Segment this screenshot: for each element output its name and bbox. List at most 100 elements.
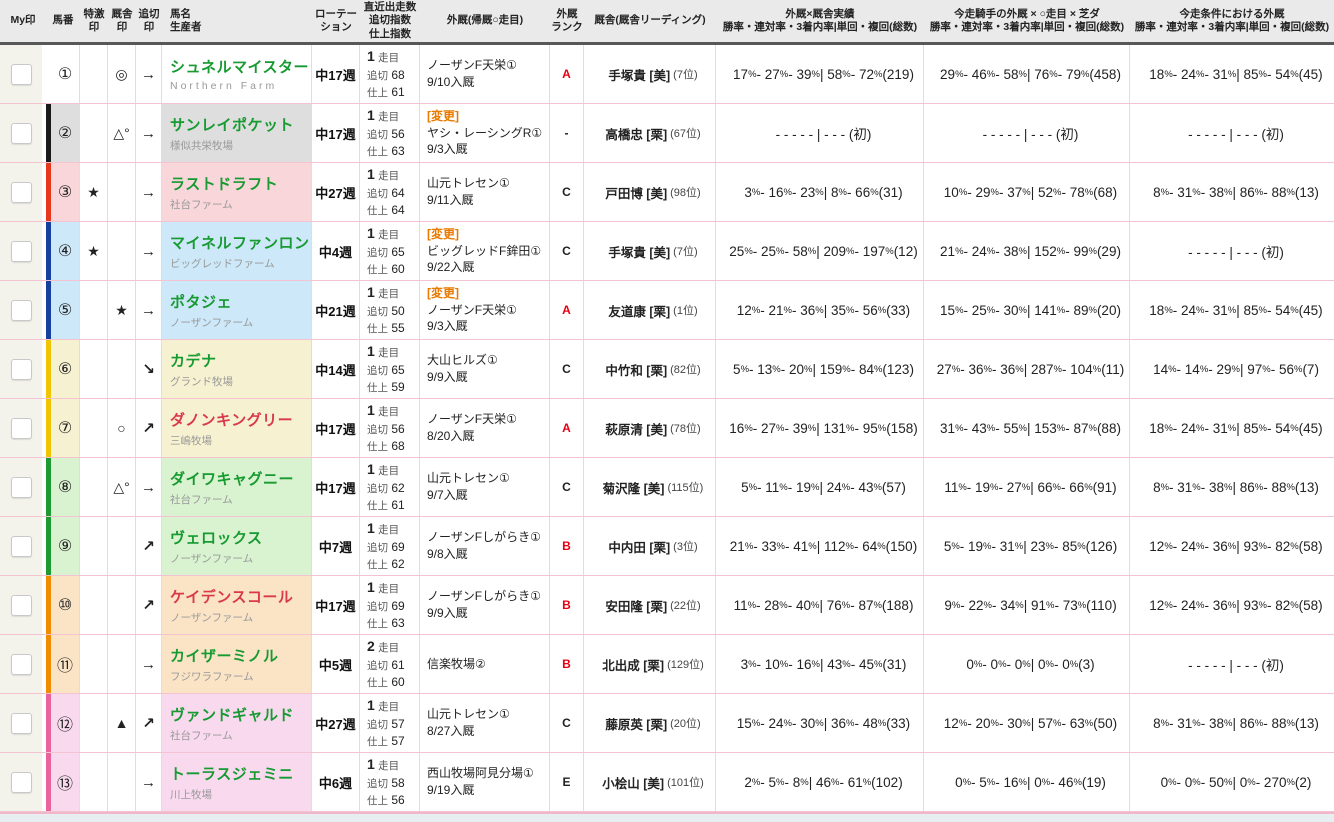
horse-name-link[interactable]: ラストドラフト — [170, 173, 311, 194]
stats-gaikyu-stable: 3% - 16% - 23% | 8% - 66% (31) — [716, 163, 924, 221]
stats-current-conditions: 18% - 24% - 31% | 85% - 54% (45) — [1130, 399, 1334, 457]
stats-gaikyu-stable: 16% - 27% - 39% | 131% - 95% (158) — [716, 399, 924, 457]
my-mark-checkbox[interactable] — [11, 654, 32, 675]
horse-name-link[interactable]: サンレイポケット — [170, 114, 311, 135]
stable-mark — [108, 517, 136, 575]
gaikyu-facility-name: ノーザンFしがらき① — [427, 588, 549, 605]
stable-entry-date: 9/10入厩 — [427, 74, 549, 91]
stable-entry-date: 9/11入厩 — [427, 192, 549, 209]
producer-name: 社台ファーム — [170, 728, 311, 743]
oikiri-arrow-icon: → — [136, 458, 162, 516]
stats-jockey-gaikyu: 10% - 29% - 37% | 52% - 78% (68) — [924, 163, 1130, 221]
horse-name-link[interactable]: ヴェロックス — [170, 527, 311, 548]
horse-number: ⑥ — [58, 359, 72, 379]
my-mark-checkbox[interactable] — [11, 595, 32, 616]
tokugeki-mark — [80, 753, 108, 811]
gaikyu-facility-name: 信楽牧場② — [427, 656, 549, 673]
oikiri-index-label: 追切 — [367, 660, 388, 672]
my-mark-checkbox[interactable] — [11, 182, 32, 203]
my-mark-checkbox[interactable] — [11, 418, 32, 439]
gaikyu-rank-value: C — [550, 222, 584, 280]
trainer-cell: 小桧山 [美] (101位) — [584, 753, 716, 811]
my-mark-cell — [0, 340, 42, 398]
shiage-index-value: 60 — [391, 262, 404, 276]
rotation-weeks: 中7週 — [312, 517, 360, 575]
trainer-leading-rank: (115位) — [667, 479, 703, 495]
stats-current-conditions: 12% - 24% - 36% | 93% - 82% (58) — [1130, 517, 1334, 575]
trainer-name: 小桧山 [美] — [602, 773, 664, 792]
run-suffix-label: 走目 — [378, 583, 399, 595]
oikiri-index-label: 追切 — [367, 247, 388, 259]
table-row: ② △° → サンレイポケット 様似共栄牧場 中17週 1 走目 追切 56 仕… — [0, 104, 1334, 163]
producer-name: 様似共栄牧場 — [170, 138, 311, 153]
table-row: ④ ★ → マイネルファンロン ビッグレッドファーム 中4週 1 走目 追切 6… — [0, 222, 1334, 281]
gaikyu-facility-name: ノーザンF天栄① — [427, 57, 549, 74]
horse-name-cell: ヴァンドギャルド 社台ファーム — [162, 694, 312, 752]
gaikyu-facility-name: 山元トレセン① — [427, 706, 549, 723]
oikiri-index-value: 65 — [391, 245, 404, 259]
recent-indexes-cell: 1 走目 追切 56 仕上 68 — [360, 399, 420, 457]
shiage-index-label: 仕上 — [367, 559, 388, 571]
trainer-cell: 手塚貴 [美] (7位) — [584, 45, 716, 103]
my-mark-checkbox[interactable] — [11, 64, 32, 85]
horse-name-link[interactable]: カイザーミノル — [170, 645, 311, 666]
oikiri-index-label: 追切 — [367, 719, 388, 731]
recent-indexes-cell: 1 走目 追切 68 仕上 61 — [360, 45, 420, 103]
gaikyu-cell: 山元トレセン① 9/11入厩 — [420, 163, 550, 221]
run-suffix-label: 走目 — [378, 229, 399, 241]
my-mark-cell — [0, 753, 42, 811]
producer-name: ビッグレッドファーム — [170, 256, 311, 271]
stats-current-conditions: - - - - - | - - - (初) — [1130, 104, 1334, 162]
shiage-index-label: 仕上 — [367, 146, 388, 158]
my-mark-checkbox[interactable] — [11, 359, 32, 380]
horse-name-link[interactable]: ダイワキャグニー — [170, 468, 311, 489]
trainer-leading-rank: (101位) — [667, 774, 704, 790]
gaikyu-rank-value: A — [550, 281, 584, 339]
oikiri-index-label: 追切 — [367, 188, 388, 200]
trainer-cell: 手塚貴 [美] (7位) — [584, 222, 716, 280]
run-suffix-label: 走目 — [378, 642, 399, 654]
horse-name-link[interactable]: ダノンキングリー — [170, 409, 311, 430]
oikiri-index-value: 50 — [391, 304, 404, 318]
my-mark-checkbox[interactable] — [11, 300, 32, 321]
tokugeki-mark: ★ — [80, 163, 108, 221]
shiage-index-label: 仕上 — [367, 87, 388, 99]
shiage-index-value: 57 — [391, 734, 404, 748]
horse-name-cell: ダノンキングリー 三嶋牧場 — [162, 399, 312, 457]
horse-name-link[interactable]: トーラスジェミニ — [170, 763, 311, 784]
run-number: 1 — [367, 756, 375, 772]
rotation-weeks: 中5週 — [312, 635, 360, 693]
horse-name-cell: ケイデンスコール ノーザンファーム — [162, 576, 312, 634]
horse-name-link[interactable]: シュネルマイスター — [170, 56, 311, 77]
shiage-index-value: 68 — [391, 439, 404, 453]
oikiri-arrow-icon: → — [136, 222, 162, 280]
trainer-cell: 戸田博 [美] (98位) — [584, 163, 716, 221]
my-mark-checkbox[interactable] — [11, 772, 32, 793]
oikiri-index-value: 65 — [391, 363, 404, 377]
my-mark-checkbox[interactable] — [11, 241, 32, 262]
trainer-name: 菊沢隆 [美] — [603, 478, 665, 497]
my-mark-checkbox[interactable] — [11, 713, 32, 734]
my-mark-checkbox[interactable] — [11, 123, 32, 144]
trainer-cell: 中内田 [栗] (3位) — [584, 517, 716, 575]
oikiri-index-value: 69 — [391, 599, 404, 613]
horse-name-link[interactable]: マイネルファンロン — [170, 232, 311, 253]
trainer-name: 中内田 [栗] — [608, 537, 670, 556]
my-mark-cell — [0, 694, 42, 752]
my-mark-checkbox[interactable] — [11, 536, 32, 557]
tokugeki-mark — [80, 576, 108, 634]
gaikyu-rank-value: E — [550, 753, 584, 811]
gaikyu-cell: 山元トレセン① 8/27入厩 — [420, 694, 550, 752]
stable-mark — [108, 576, 136, 634]
horse-name-link[interactable]: ヴァンドギャルド — [170, 704, 311, 725]
gaikyu-cell: [変更] ヤシ・レーシングR① 9/3入厩 — [420, 104, 550, 162]
horse-name-link[interactable]: ポタジェ — [170, 291, 311, 312]
recent-indexes-cell: 1 走目 追切 64 仕上 64 — [360, 163, 420, 221]
my-mark-cell — [0, 104, 42, 162]
oikiri-index-value: 58 — [391, 776, 404, 790]
my-mark-checkbox[interactable] — [11, 477, 32, 498]
stable-mark: ★ — [108, 281, 136, 339]
rotation-weeks: 中4週 — [312, 222, 360, 280]
horse-name-link[interactable]: カデナ — [170, 350, 311, 371]
horse-name-link[interactable]: ケイデンスコール — [170, 586, 311, 607]
